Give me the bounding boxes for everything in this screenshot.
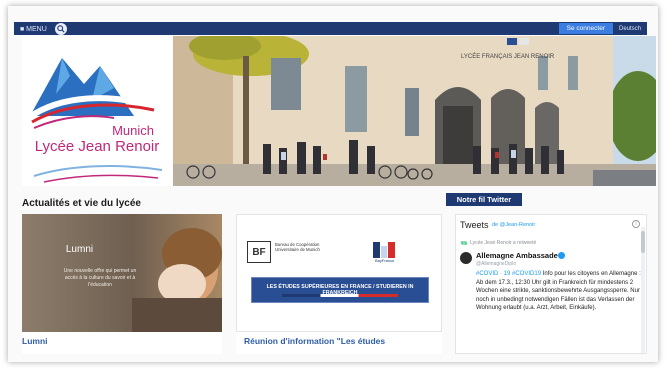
retweet-line: Lycée Jean Renoir a retweeté	[470, 240, 537, 246]
search-icon[interactable]	[54, 23, 67, 35]
lumni-card-image: Lumni Une nouvelle offre qui permet un a…	[22, 214, 222, 332]
logo-city-text: Munich	[112, 123, 154, 138]
retweet-icon	[461, 241, 467, 245]
flag-stripe	[282, 294, 398, 297]
school-logo[interactable]: Munich Lycée Jean Renoir	[22, 36, 172, 186]
tweets-heading: Tweets	[460, 220, 489, 230]
tweet-handle[interactable]: @AllemagneDiplo	[476, 261, 516, 267]
news-card-title[interactable]: Lumni	[22, 336, 48, 346]
lumni-image-word: Lumni	[65, 244, 94, 255]
verified-icon	[558, 252, 565, 259]
menu-link[interactable]: ■ MENU	[20, 26, 47, 33]
bayfrance-logo-icon	[373, 242, 395, 258]
tweet-body: #COVID · 19 #COVID19 Info pour les citoy…	[476, 270, 644, 313]
hero-school-photo: LYCÉE FRANÇAIS JEAN RENOIR	[173, 36, 656, 186]
info-icon[interactable]: i	[632, 220, 640, 228]
top-nav-bar: ■ MENU Se connecter Deutsch	[14, 22, 647, 35]
avatar[interactable]	[460, 252, 472, 264]
tweet-author[interactable]: Allemagne Ambassade	[476, 251, 558, 260]
news-card-lumni[interactable]: Lumni Une nouvelle offre qui permet un a…	[22, 214, 222, 354]
news-card-bayfrance[interactable]: BF Bureau de Coopération Universitaire d…	[236, 214, 442, 354]
login-button[interactable]: Se connecter	[558, 23, 613, 34]
mountain-logo-icon	[26, 58, 163, 183]
widget-scrollbar[interactable]	[640, 227, 646, 353]
lumni-image-caption: Une nouvelle offre qui permet un accès à…	[63, 268, 137, 288]
language-switch[interactable]: Deutsch	[619, 26, 641, 32]
top-nav-right: Se connecter Deutsch	[558, 23, 641, 34]
news-card-title[interactable]: Réunion d'information "Les études	[244, 336, 385, 346]
bayfrance-name: BayFrance	[375, 258, 395, 263]
bayfrance-card-image: BF Bureau de Coopération Universitaire d…	[236, 214, 442, 332]
tweet-hashtags[interactable]: #COVID · 19 #COVID19	[476, 271, 541, 277]
logo-school-name: Lycée Jean Renoir	[34, 138, 160, 155]
tweets-by-link[interactable]: de @Jean-Renoir	[492, 222, 535, 228]
news-section-title: Actualités et vie du lycée	[22, 198, 141, 209]
building-sign-text: LYCÉE FRANÇAIS JEAN RENOIR	[461, 53, 555, 60]
studies-banner: LES ÉTUDES SUPÉRIEURES EN FRANCE / STUDI…	[251, 277, 429, 303]
bf-logo-box: BF	[247, 241, 271, 263]
twitter-timeline-widget[interactable]: Tweets de @Jean-Renoir i Lycée Jean Reno…	[455, 214, 647, 354]
bf-logo-text: Bureau de Coopération Universitaire de M…	[275, 242, 320, 253]
tweet-text: Info pour les citoyens en Allemagne : Ab…	[476, 271, 641, 312]
top-nav-left: ■ MENU	[20, 23, 67, 35]
twitter-feed-button[interactable]: Notre fil Twitter	[446, 193, 522, 206]
